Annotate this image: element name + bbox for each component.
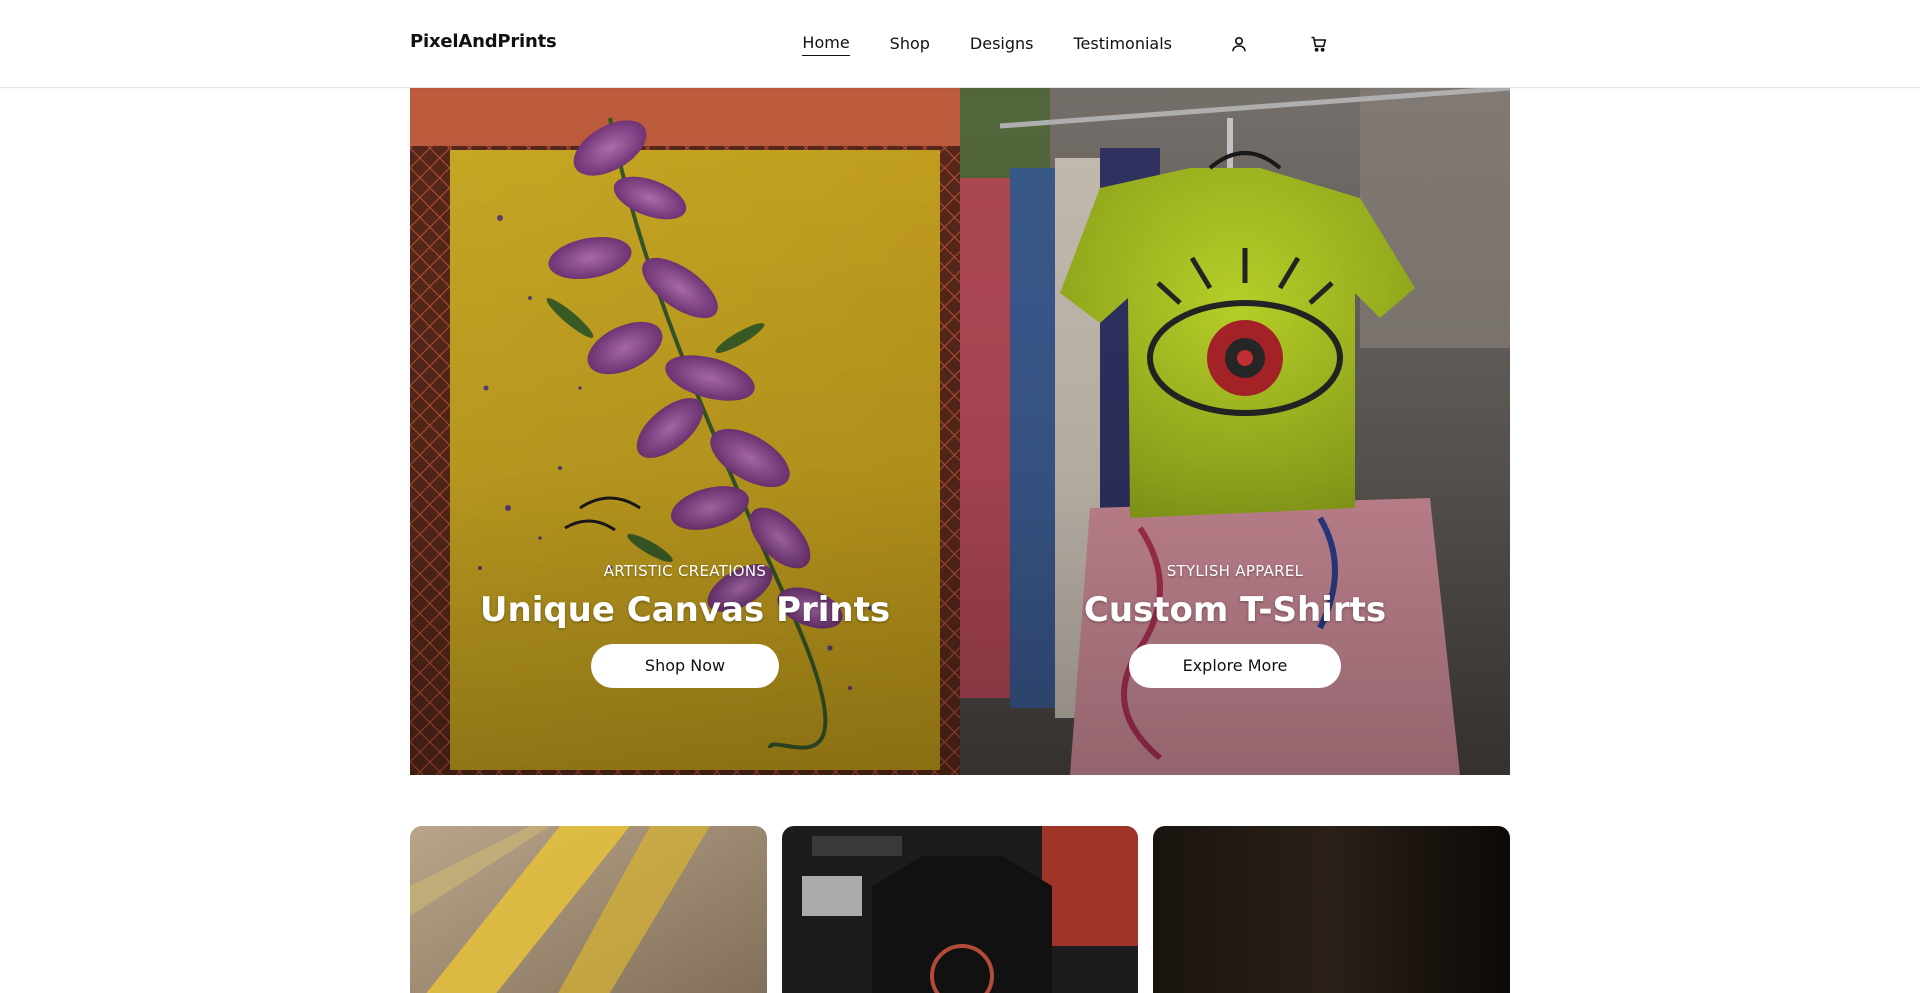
- hero-canvas-content: ARTISTIC CREATIONS Unique Canvas Prints …: [410, 562, 960, 688]
- featured-card[interactable]: [781, 826, 1139, 993]
- featured-card[interactable]: [1153, 826, 1511, 993]
- hero-banner: ARTISTIC CREATIONS Unique Canvas Prints …: [410, 88, 1510, 775]
- nav-home[interactable]: Home: [802, 32, 850, 56]
- main-nav: Home Shop Designs Testimonials: [802, 0, 1330, 88]
- tshirt-display-image: [781, 826, 1139, 993]
- paint-texture-image: [410, 826, 767, 993]
- hero-panel-tshirts[interactable]: STYLISH APPAREL Custom T-Shirts Explore …: [960, 88, 1510, 775]
- featured-cards: [410, 826, 1511, 993]
- hero-tshirt-title: Custom T-Shirts: [1083, 590, 1387, 630]
- hero-canvas-eyebrow: ARTISTIC CREATIONS: [603, 562, 767, 580]
- site-header: PixelAndPrints Home Shop Designs Testimo…: [0, 0, 1920, 88]
- hero-tshirt-eyebrow: STYLISH APPAREL: [1166, 562, 1304, 580]
- explore-more-button[interactable]: Explore More: [1128, 644, 1342, 688]
- hero-canvas-title: Unique Canvas Prints: [479, 590, 891, 630]
- nav-testimonials[interactable]: Testimonials: [1074, 33, 1173, 55]
- shop-now-button[interactable]: Shop Now: [590, 644, 780, 688]
- featured-card[interactable]: [410, 826, 767, 993]
- user-icon[interactable]: [1228, 33, 1250, 55]
- hero-tshirt-content: STYLISH APPAREL Custom T-Shirts Explore …: [960, 562, 1510, 688]
- hero-panel-canvas[interactable]: ARTISTIC CREATIONS Unique Canvas Prints …: [410, 88, 960, 775]
- nav-designs[interactable]: Designs: [970, 33, 1034, 55]
- nav-shop[interactable]: Shop: [890, 33, 930, 55]
- dark-product-image: [1153, 826, 1511, 993]
- cart-icon[interactable]: [1308, 33, 1330, 55]
- brand-logo[interactable]: PixelAndPrints: [410, 31, 557, 52]
